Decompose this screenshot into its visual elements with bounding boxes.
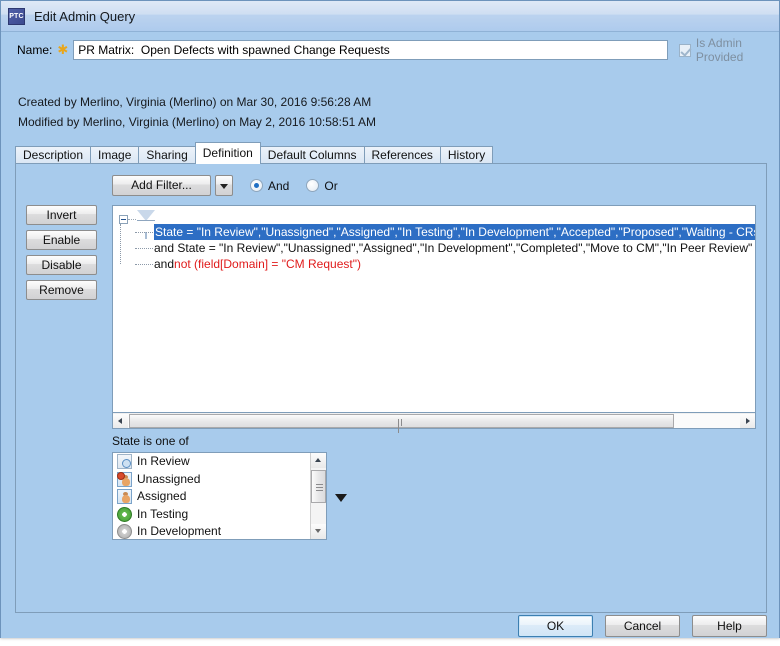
list-item[interactable]: Unassigned — [113, 471, 326, 489]
scrollbar-grip-icon — [397, 418, 406, 433]
is-admin-provided-checkbox: Is Admin Provided — [679, 36, 780, 64]
list-item-label: In Review — [137, 454, 190, 468]
filter-funnel-icon — [137, 210, 155, 239]
query-row[interactable]: State = "In Review","Unassigned","Assign… — [135, 224, 755, 240]
list-item[interactable]: In Testing — [113, 506, 326, 524]
list-item-label: In Testing — [137, 506, 189, 521]
tab-strip: Description Image Sharing Definition Def… — [15, 142, 494, 164]
tree-branch-icon — [135, 231, 153, 233]
remove-button[interactable]: Remove — [26, 280, 97, 300]
query-root-node[interactable] — [119, 210, 155, 239]
edit-admin-query-dialog: PTC Edit Admin Query Name: ✱ Is Admin Pr… — [0, 0, 780, 638]
dialog-body: Name: ✱ Is Admin Provided Created by Mer… — [1, 32, 779, 638]
query-row[interactable]: and not (field[Domain] = "CM Request") — [135, 256, 755, 272]
state-list-expand-caret-icon[interactable] — [335, 494, 347, 502]
tree-connector — [128, 219, 136, 220]
operator-or-radio[interactable]: Or — [306, 178, 338, 193]
scrollbar-grip-icon — [316, 484, 323, 492]
filter-action-buttons: Invert Enable Disable Remove — [26, 205, 97, 305]
tab-description[interactable]: Description — [15, 146, 92, 164]
tab-sharing[interactable]: Sharing — [138, 146, 196, 164]
chevron-down-icon — [220, 183, 228, 189]
query-row-text: not (field[Domain] = "CM Request") — [174, 257, 361, 271]
disable-button[interactable]: Disable — [26, 255, 97, 275]
add-filter-button[interactable]: Add Filter... — [112, 175, 211, 196]
gear-grey-icon — [117, 524, 132, 539]
query-row-text: and State = "In Review","Unassigned","As… — [154, 241, 755, 255]
operator-and-label: And — [268, 178, 290, 193]
name-row: Name: ✱ Is Admin Provided — [1, 36, 780, 64]
gear-green-icon — [117, 506, 132, 522]
state-list-scrollbar[interactable] — [310, 453, 326, 539]
required-star-icon: ✱ — [57, 42, 69, 57]
scroll-left-arrow-icon[interactable] — [113, 413, 128, 428]
scroll-right-arrow-icon[interactable] — [740, 413, 755, 428]
person-alert-icon — [117, 471, 132, 487]
tree-vertical-line — [120, 224, 121, 264]
definition-tab-panel: Add Filter... And Or Invert Enable Disab… — [15, 163, 767, 613]
list-item[interactable]: Assigned — [113, 488, 326, 506]
list-item-label: Unassigned — [137, 471, 201, 486]
enable-button[interactable]: Enable — [26, 230, 97, 250]
is-admin-provided-label: Is Admin Provided — [695, 36, 744, 64]
tab-default-columns[interactable]: Default Columns — [259, 146, 365, 164]
scroll-down-arrow-icon[interactable] — [311, 524, 326, 539]
operator-or-label: Or — [324, 178, 338, 193]
filter-toolbar: Add Filter... And Or — [112, 175, 338, 196]
scrollbar-thumb[interactable] — [311, 470, 326, 503]
query-horizontal-scrollbar[interactable] — [112, 413, 756, 433]
ok-button[interactable]: OK — [518, 615, 593, 637]
state-list-label: State is one of — [112, 434, 189, 448]
tab-image[interactable]: Image — [90, 146, 140, 164]
dialog-title: Edit Admin Query — [34, 8, 136, 24]
add-filter-dropdown-button[interactable] — [215, 175, 233, 196]
tab-definition[interactable]: Definition — [194, 142, 261, 164]
modified-by-text: Modified by Merlino, Virginia (Merlino) … — [18, 115, 376, 129]
dialog-footer: OK Cancel Help — [506, 615, 767, 637]
query-row-text: State = "In Review","Unassigned","Assign… — [154, 224, 755, 240]
query-definition-tree[interactable]: State = "In Review","Unassigned","Assign… — [112, 205, 756, 413]
invert-button[interactable]: Invert — [26, 205, 97, 225]
created-by-text: Created by Merlino, Virginia (Merlino) o… — [18, 95, 372, 109]
list-item-label: Assigned — [137, 489, 187, 503]
scroll-up-arrow-icon[interactable] — [311, 453, 326, 468]
list-item[interactable]: In Development — [113, 523, 326, 539]
radio-icon-and — [250, 179, 263, 192]
help-button[interactable]: Help — [692, 615, 767, 637]
list-item[interactable]: In Review — [113, 453, 326, 471]
collapse-expander-icon[interactable] — [119, 215, 128, 224]
scrollbar-track[interactable] — [128, 413, 740, 433]
name-label: Name: — [17, 43, 53, 57]
tree-branch-icon — [135, 247, 153, 249]
checkbox-icon — [679, 43, 691, 57]
query-row-list: State = "In Review","Unassigned","Assign… — [135, 224, 755, 272]
query-row-prefix: and — [154, 257, 175, 271]
name-input[interactable] — [73, 40, 669, 60]
person-icon — [117, 489, 132, 505]
document-search-icon — [117, 454, 132, 470]
ptc-logo-icon: PTC — [8, 7, 25, 25]
query-row[interactable]: and State = "In Review","Unassigned","As… — [135, 240, 755, 256]
tree-branch-icon — [135, 263, 153, 265]
state-list[interactable]: In Review Unassigned Assigned In Testing… — [112, 452, 327, 540]
operator-and-radio[interactable]: And — [250, 179, 289, 193]
dialog-titlebar: PTC Edit Admin Query — [1, 1, 779, 32]
cancel-button[interactable]: Cancel — [605, 615, 680, 637]
tab-history[interactable]: History — [439, 146, 494, 164]
tab-references[interactable]: References — [363, 146, 441, 164]
list-item-label: In Development — [137, 524, 222, 538]
radio-icon-or — [306, 179, 320, 192]
scrollbar-thumb[interactable] — [129, 413, 674, 433]
